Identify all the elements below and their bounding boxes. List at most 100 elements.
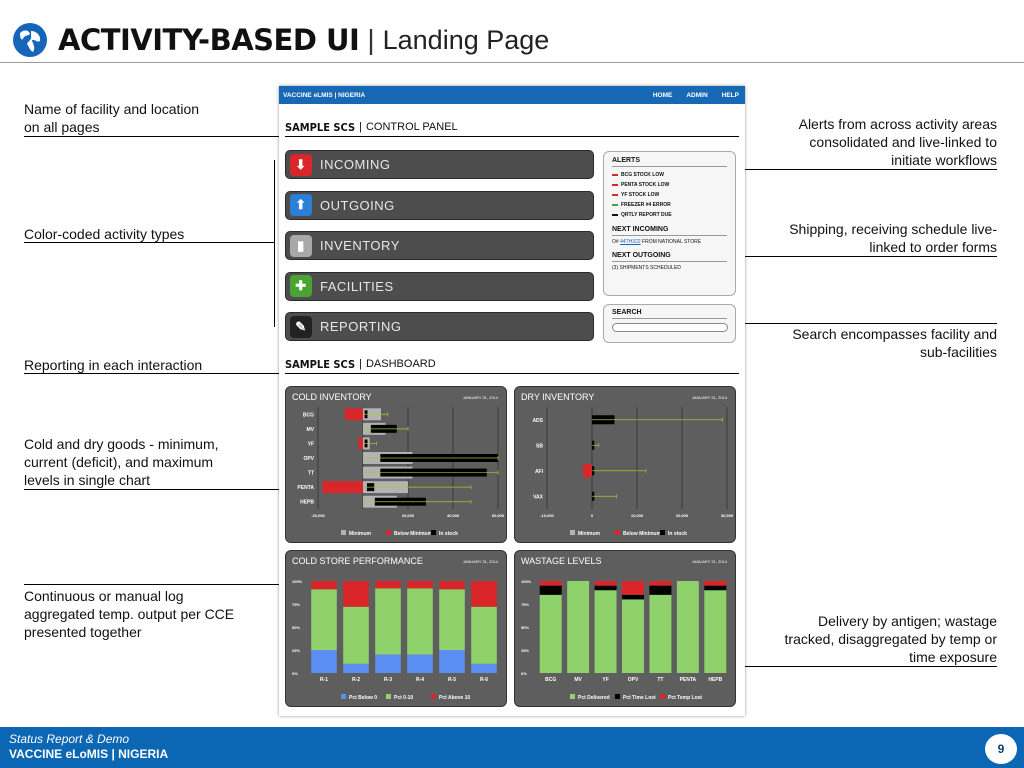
x-tick-label: YF xyxy=(602,677,608,683)
activity-button-reporting[interactable]: ✎ REPORTING xyxy=(285,312,594,341)
legend-label: Pct Below 0 xyxy=(349,695,377,701)
bar-segment xyxy=(407,588,433,655)
bar-segment xyxy=(594,581,617,586)
chart-date: JANUARY 31, 2014 xyxy=(691,395,727,400)
leader-line xyxy=(737,256,997,257)
x-tick-label: MV xyxy=(574,677,582,683)
x-tick-label: 30,000 xyxy=(721,513,734,518)
alert-marker-icon xyxy=(612,194,618,196)
facility-name: SAMPLE SCS xyxy=(285,358,356,371)
search-panel: SEARCH xyxy=(603,304,736,343)
y-tick-label: 100% xyxy=(521,579,532,584)
title-subtitle: Landing Page xyxy=(382,24,550,55)
cold-store-performance-plot: 0% 25% 50% 75% 100% R-1 R-2 R-3 R-4 R-5 R-6 Pct Bel… xyxy=(292,579,497,701)
activity-label: INCOMING xyxy=(320,157,391,172)
bar-below-minimum xyxy=(345,408,363,421)
annotation-cold-dry: Cold and dry goods - minimum, current (d… xyxy=(24,436,219,488)
alert-item[interactable]: YF STOCK LOW xyxy=(612,190,727,200)
heading-text: CONTROL PANEL xyxy=(365,121,458,133)
heading-text: DASHBOARD xyxy=(365,358,436,370)
legend-label: Minimum xyxy=(349,531,371,537)
legend-swatch xyxy=(615,530,620,535)
x-tick-label: 20,000 xyxy=(402,513,415,518)
footer-bar: Status Report & Demo VACCINE eLoMIS | NI… xyxy=(0,727,1024,768)
next-outgoing-text[interactable]: (3) SHIPMENTS SCHEDULED xyxy=(612,265,727,271)
x-tick-label: 60,000 xyxy=(492,513,505,518)
bar-segment xyxy=(539,594,562,673)
y-tick-label: SB xyxy=(536,443,543,449)
dashboard-heading: SAMPLE SCS | DASHBOARD xyxy=(285,358,436,371)
activity-button-outgoing[interactable]: ⬆ OUTGOING xyxy=(285,190,594,220)
legend-label: Minimum xyxy=(578,531,600,537)
legend-label: Pct Temp Lost xyxy=(668,695,702,701)
legend-swatch xyxy=(341,530,346,535)
annotation-log: Continuous or manual log aggregated temp… xyxy=(24,588,235,640)
y-tick-label: 100% xyxy=(292,579,303,584)
y-tick-label: HEPB xyxy=(300,500,314,506)
activity-label: REPORTING xyxy=(320,319,402,334)
up-arrow-icon: ⬆ xyxy=(290,194,312,216)
x-tick-label: R-3 xyxy=(384,677,392,683)
bar-segment xyxy=(594,585,617,591)
alert-item[interactable]: QRTLY REPORT DUE xyxy=(612,210,727,220)
annotation-facility: Name of facility and location on all pag… xyxy=(24,101,200,135)
legend-swatch xyxy=(386,530,391,535)
nav-home[interactable]: HOME xyxy=(653,92,673,99)
legend-swatch xyxy=(570,694,575,699)
legend-label: Below Minimum xyxy=(623,531,662,537)
bar-below-minimum xyxy=(358,437,363,450)
bar-segment xyxy=(471,581,497,607)
bar-segment xyxy=(676,581,699,673)
x-tick-label: 20,000 xyxy=(676,513,689,518)
alert-item[interactable]: PENTA STOCK LOW xyxy=(612,180,727,190)
alerts-title: ALERTS xyxy=(612,157,727,167)
top-nav: HOME ADMIN HELP xyxy=(653,86,739,104)
annotation-search: Search encompasses facility and sub-faci… xyxy=(792,326,997,360)
x-tick-label: 0 xyxy=(591,513,594,518)
leader-line xyxy=(24,373,285,374)
activity-button-incoming[interactable]: ⬇ INCOMING xyxy=(285,150,594,179)
nav-admin[interactable]: ADMIN xyxy=(686,92,707,99)
dry-inventory-chart[interactable]: -10,000 0 10,000 20,000 30,000 ADS SB AFI VAX Min… xyxy=(514,386,736,543)
activity-label: OUTGOING xyxy=(320,197,395,213)
wastage-levels-chart[interactable]: 0% 25% 50% 75% 100% BCG MV YF OPV TT PENTA HEPB Pct … xyxy=(514,550,736,707)
bar-segment xyxy=(622,594,644,600)
page-number: 9 xyxy=(985,734,1017,764)
y-tick-label: 0% xyxy=(521,671,527,676)
x-tick-label: R-5 xyxy=(448,677,456,683)
cold-store-performance-chart[interactable]: 0% 25% 50% 75% 100% R-1 R-2 R-3 R-4 R-5 R-6 Pct Bel… xyxy=(285,550,507,707)
title-rule xyxy=(0,62,1024,63)
legend-swatch xyxy=(386,694,391,699)
bar-segment xyxy=(704,590,727,673)
x-tick-label: 40,000 xyxy=(447,513,460,518)
y-tick-label: VAX xyxy=(533,494,544,500)
order-link[interactable]: 44TH322 xyxy=(620,239,641,245)
bar-segment xyxy=(439,589,465,650)
footer-project: VACCINE eLoMIS | NIGERIA xyxy=(9,747,169,761)
alert-item[interactable]: FREEZER #4 ERROR xyxy=(612,200,727,210)
activity-button-facilities[interactable]: ✚ FACILITIES xyxy=(285,271,594,301)
legend-label: Pct 0-10 xyxy=(394,695,413,701)
y-tick-label: BCG xyxy=(303,412,314,418)
x-tick-label: OPV xyxy=(628,677,639,683)
alert-item[interactable]: BCG STOCK LOW xyxy=(612,170,727,180)
bar-segment xyxy=(622,581,644,595)
bar-segment xyxy=(471,663,497,673)
y-tick-label: TT xyxy=(308,471,314,477)
cold-inventory-chart[interactable]: -20,000 20,000 40,000 60,000 BCG MV YF OPV TT PEN… xyxy=(285,386,507,543)
x-tick-label: BCG xyxy=(545,677,556,683)
activity-button-inventory[interactable]: ▮ INVENTORY xyxy=(285,231,594,260)
bar-segment xyxy=(539,581,562,586)
title-separator: | xyxy=(367,24,375,55)
alert-text: BCG STOCK LOW xyxy=(621,172,664,178)
alert-marker-icon xyxy=(612,174,618,176)
heading-separator: | xyxy=(359,121,362,133)
leader-line xyxy=(24,242,274,243)
y-tick-label: ADS xyxy=(532,418,543,424)
x-tick-label: PENTA xyxy=(680,677,697,683)
heading-rule xyxy=(285,136,739,137)
annotation-reporting: Reporting in each interaction xyxy=(24,357,203,373)
search-input[interactable] xyxy=(612,323,728,332)
nav-help[interactable]: HELP xyxy=(722,92,739,99)
next-incoming-row: O# 44TH322 FROM NATIONAL STORE xyxy=(612,239,727,245)
